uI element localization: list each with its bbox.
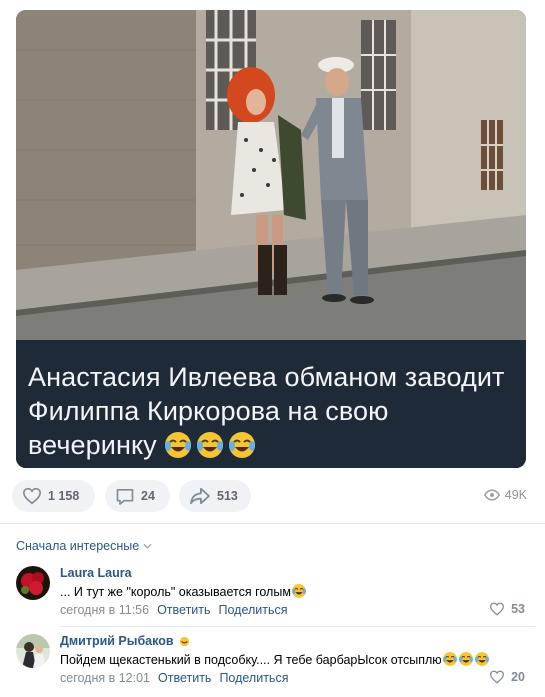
share-link[interactable]: Поделиться bbox=[219, 603, 288, 617]
share-button[interactable]: 513 bbox=[179, 480, 251, 512]
rofl-emoji bbox=[458, 652, 473, 666]
rofl-emoji bbox=[228, 432, 255, 458]
section-divider bbox=[0, 523, 545, 524]
comment-button[interactable]: 24 bbox=[105, 480, 170, 512]
comment-icon bbox=[116, 488, 134, 505]
comment-like-count: 53 bbox=[511, 602, 525, 616]
avatar[interactable] bbox=[16, 634, 50, 668]
share-link[interactable]: Поделиться bbox=[219, 671, 288, 685]
comment-like-button[interactable]: 53 bbox=[489, 602, 525, 616]
comment-time[interactable]: сегодня в 11:56 bbox=[60, 603, 149, 617]
comment-like-count: 20 bbox=[511, 670, 525, 684]
caption-area: Анастасия Ивлеева обманом заводит Филипп… bbox=[16, 340, 526, 468]
comment-meta: сегодня в 11:56 Ответить Поделиться bbox=[60, 603, 288, 617]
comment-meta: сегодня в 12:01 Ответить Поделиться bbox=[60, 671, 288, 685]
comment-author-name: Дмитрий Рыбаков bbox=[60, 634, 174, 648]
comments-sort-dropdown[interactable]: Сначала интересные bbox=[16, 539, 152, 553]
rofl-emoji bbox=[196, 432, 223, 458]
comment-item: Laura Laura ... И тут же "король" оказыв… bbox=[16, 566, 531, 624]
comment-author[interactable]: Laura Laura bbox=[60, 566, 132, 580]
post-action-bar: 1 158 24 513 49K bbox=[12, 480, 533, 512]
sort-label-text: Сначала интересные bbox=[16, 539, 140, 553]
caption-emoji-group bbox=[163, 430, 257, 460]
share-icon bbox=[190, 487, 210, 505]
comment-divider bbox=[60, 626, 535, 627]
heart-icon bbox=[490, 602, 505, 616]
comment-text-body: Пойдем щекастенький в подсобку.... Я теб… bbox=[60, 653, 442, 667]
comment-text: Пойдем щекастенький в подсобку.... Я теб… bbox=[60, 651, 490, 667]
post-caption: Анастасия Ивлеева обманом заводит Филипп… bbox=[28, 360, 514, 462]
views-count: 49K bbox=[504, 488, 527, 502]
badge-icon bbox=[179, 636, 189, 646]
heart-icon bbox=[22, 487, 42, 505]
avatar[interactable] bbox=[16, 566, 50, 600]
comment-text: ... И тут же "король" оказывается голым bbox=[60, 583, 307, 599]
rofl-emoji bbox=[442, 652, 457, 666]
chevron-down-icon bbox=[143, 543, 152, 549]
post-caption-text: Анастасия Ивлеева обманом заводит Филипп… bbox=[28, 362, 505, 460]
comment-item: Дмитрий Рыбаков Пойдем щекастенький в по… bbox=[16, 634, 531, 694]
heart-icon bbox=[490, 670, 505, 684]
post-image-card[interactable]: Анастасия Ивлеева обманом заводит Филипп… bbox=[16, 10, 526, 468]
rofl-emoji bbox=[164, 432, 191, 458]
rofl-emoji bbox=[291, 584, 306, 598]
eye-icon bbox=[483, 489, 500, 501]
comment-author-name: Laura Laura bbox=[60, 566, 132, 580]
reply-link[interactable]: Ответить bbox=[157, 603, 210, 617]
comment-time[interactable]: сегодня в 12:01 bbox=[60, 671, 150, 685]
rofl-emoji bbox=[474, 652, 489, 666]
comment-like-button[interactable]: 20 bbox=[489, 670, 525, 684]
share-count: 513 bbox=[217, 489, 238, 503]
comment-count: 24 bbox=[141, 489, 155, 503]
reply-link[interactable]: Ответить bbox=[158, 671, 211, 685]
comment-author[interactable]: Дмитрий Рыбаков bbox=[60, 634, 191, 648]
like-button[interactable]: 1 158 bbox=[12, 480, 95, 512]
like-count: 1 158 bbox=[48, 489, 80, 503]
comment-text-body: ... И тут же "король" оказывается голым bbox=[60, 585, 291, 599]
views-counter: 49K bbox=[483, 488, 527, 502]
post-photo bbox=[16, 10, 526, 340]
